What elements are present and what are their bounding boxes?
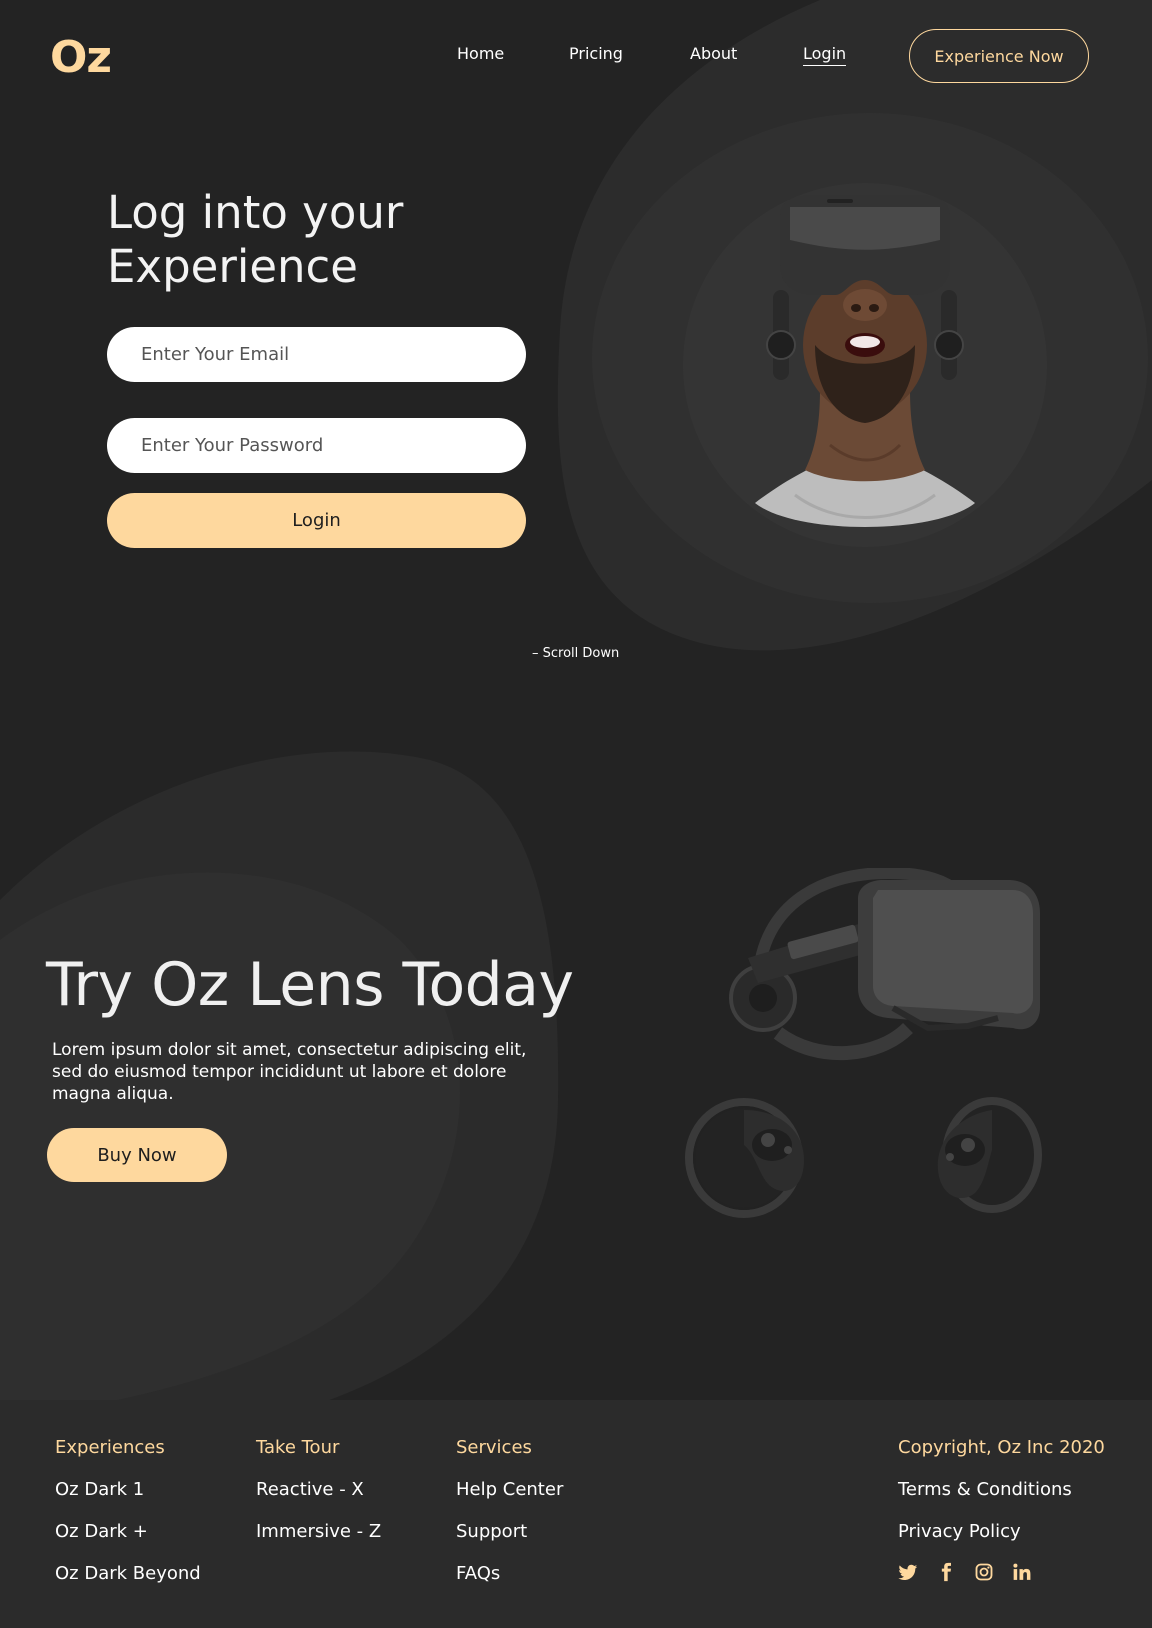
scroll-down-hint[interactable]: – Scroll Down — [532, 646, 619, 661]
footer-link-reactive-x[interactable]: Reactive - X — [256, 1478, 381, 1502]
login-title-line-1: Log into your — [107, 186, 404, 239]
right-controller-image — [937, 1097, 1042, 1213]
product-description: Lorem ipsum dolor sit amet, consectetur … — [52, 1040, 527, 1104]
login-title-line-2: Experience — [107, 240, 358, 293]
login-title: Log into your Experience — [107, 186, 527, 294]
product-title: Try Oz Lens Today — [46, 950, 574, 1020]
nav-home[interactable]: Home — [457, 44, 504, 63]
footer-link-help-center[interactable]: Help Center — [456, 1478, 563, 1502]
footer-link-faqs[interactable]: FAQs — [456, 1562, 563, 1586]
left-controller-image — [685, 1098, 804, 1218]
nav-pricing[interactable]: Pricing — [569, 44, 623, 63]
instagram-icon[interactable] — [974, 1562, 994, 1582]
footer-copyright: Copyright, Oz Inc 2020 — [898, 1437, 1105, 1458]
footer-col-services: Services Help Center Support FAQs — [456, 1436, 563, 1604]
linkedin-icon[interactable] — [1012, 1562, 1032, 1582]
footer-link-oz-dark-beyond[interactable]: Oz Dark Beyond — [55, 1562, 201, 1586]
vr-headset-image — [729, 868, 1040, 1061]
footer-heading-services: Services — [456, 1437, 532, 1458]
page: Oz Home Pricing About Login Experience N… — [0, 0, 1152, 1628]
footer-link-oz-dark-plus[interactable]: Oz Dark + — [55, 1520, 201, 1544]
footer-col-take-tour: Take Tour Reactive - X Immersive - Z — [256, 1436, 381, 1562]
password-field[interactable] — [107, 418, 526, 473]
footer-col-experiences: Experiences Oz Dark 1 Oz Dark + Oz Dark … — [55, 1436, 201, 1604]
experience-now-button[interactable]: Experience Now — [909, 29, 1089, 83]
vr-person-image — [755, 195, 975, 527]
footer-heading-take-tour: Take Tour — [256, 1437, 340, 1458]
footer-link-support[interactable]: Support — [456, 1520, 563, 1544]
footer: Experiences Oz Dark 1 Oz Dark + Oz Dark … — [0, 1400, 1152, 1628]
footer-link-immersive-z[interactable]: Immersive - Z — [256, 1520, 381, 1544]
footer-col-legal: Copyright, Oz Inc 2020 Terms & Condition… — [898, 1436, 1105, 1582]
facebook-icon[interactable] — [936, 1562, 956, 1582]
footer-link-terms[interactable]: Terms & Conditions — [898, 1478, 1105, 1502]
social-links — [898, 1562, 1105, 1582]
login-button[interactable]: Login — [107, 493, 526, 548]
twitter-icon[interactable] — [898, 1562, 918, 1582]
nav-about[interactable]: About — [690, 44, 737, 63]
footer-heading-experiences: Experiences — [55, 1437, 165, 1458]
footer-link-oz-dark-1[interactable]: Oz Dark 1 — [55, 1478, 201, 1502]
footer-link-privacy[interactable]: Privacy Policy — [898, 1520, 1105, 1544]
buy-now-button[interactable]: Buy Now — [47, 1128, 227, 1182]
email-field[interactable] — [107, 327, 526, 382]
nav-login[interactable]: Login — [803, 44, 847, 66]
